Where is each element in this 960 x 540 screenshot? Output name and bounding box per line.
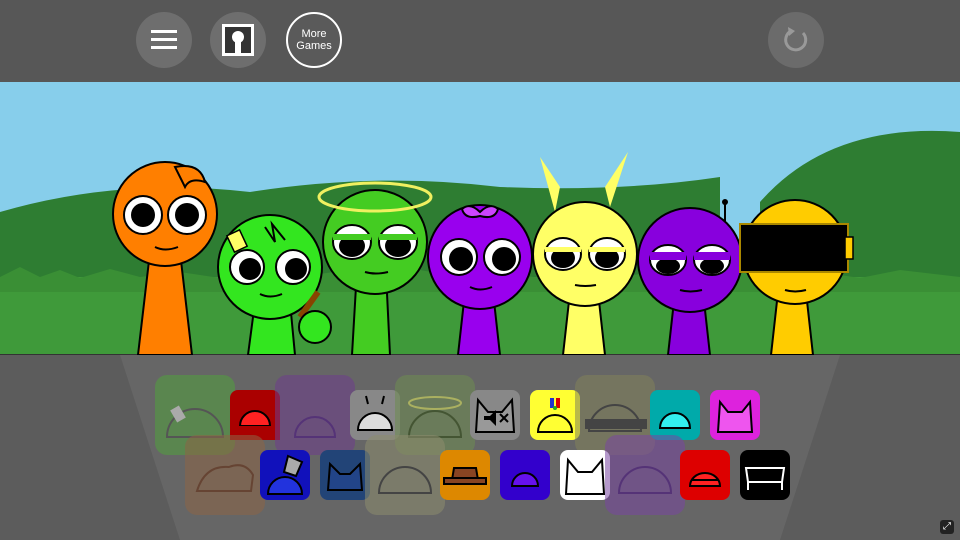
muted-cat-icon[interactable] bbox=[470, 390, 520, 440]
black-bench-icon[interactable] bbox=[740, 450, 790, 500]
tray-floor bbox=[120, 355, 840, 540]
character-stage bbox=[0, 82, 960, 355]
gallery-button[interactable] bbox=[210, 12, 266, 68]
menu-button[interactable] bbox=[136, 12, 192, 68]
navy-cat-ears-icon[interactable] bbox=[320, 450, 370, 500]
reset-button[interactable] bbox=[768, 12, 824, 68]
red-cap-icon[interactable] bbox=[680, 450, 730, 500]
sound-tray: ⤢ bbox=[0, 355, 960, 540]
more-games-button[interactable]: More Games bbox=[286, 12, 342, 68]
more-games-label-1: More bbox=[301, 28, 327, 40]
orange-hair-ghost-icon bbox=[185, 435, 265, 515]
propeller-cap-icon[interactable] bbox=[530, 390, 580, 440]
keyhole-portrait-icon bbox=[222, 24, 254, 56]
scene-background bbox=[0, 82, 960, 355]
circular-arrow-reset-icon bbox=[784, 27, 808, 52]
white-cat-icon[interactable] bbox=[560, 450, 610, 500]
hamburger-menu-icon bbox=[151, 30, 177, 49]
red-dome-icon[interactable] bbox=[230, 390, 280, 440]
top-toolbar: More Games bbox=[0, 0, 960, 82]
antenna-dome-icon[interactable] bbox=[350, 390, 400, 440]
olive-ghost-icon bbox=[365, 435, 445, 515]
indigo-dome-icon[interactable] bbox=[500, 450, 550, 500]
pink-horns-icon[interactable] bbox=[710, 390, 760, 440]
more-games-label-2: Games bbox=[296, 40, 332, 52]
brown-hat-icon[interactable] bbox=[440, 450, 490, 500]
blue-bucket-icon[interactable] bbox=[260, 450, 310, 500]
cyan-dome-icon[interactable] bbox=[650, 390, 700, 440]
expand-icon[interactable]: ⤢ bbox=[940, 520, 954, 534]
violet-ghost-icon bbox=[605, 435, 685, 515]
purple-ghost-icon bbox=[275, 375, 355, 455]
